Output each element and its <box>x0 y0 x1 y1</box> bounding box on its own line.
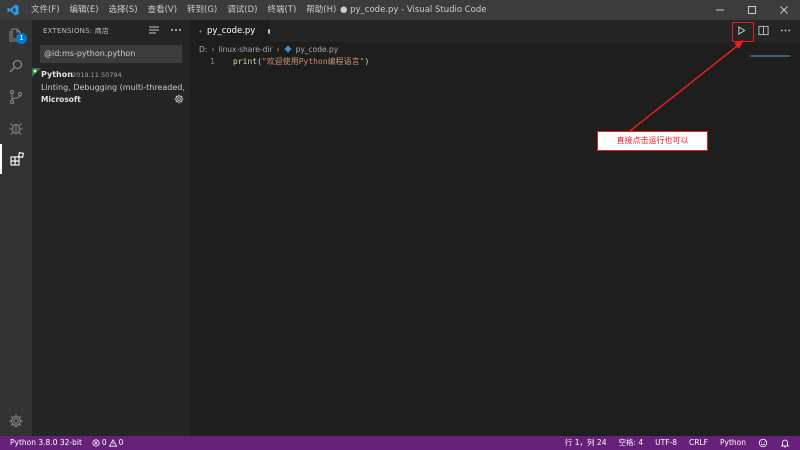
menu-help[interactable]: 帮助(H) <box>301 0 341 20</box>
unsaved-dot-icon[interactable] <box>268 28 270 34</box>
menu-debug[interactable]: 调试(D) <box>222 0 262 20</box>
extensions-button[interactable] <box>0 144 32 174</box>
python-file-icon <box>283 45 292 53</box>
editor-tab-bar: py_code.py <box>190 20 800 42</box>
extension-description: Linting, Debugging (multi-threaded, r... <box>41 83 186 92</box>
breadcrumb-folder[interactable]: linux-share-dir <box>218 45 272 54</box>
python-interpreter-status[interactable]: Python 3.8.0 32-bit <box>10 436 82 450</box>
code-close-paren: ) <box>364 57 370 66</box>
notifications-bell-icon[interactable] <box>780 438 790 448</box>
extension-item-python[interactable]: Python 2019.11.50794 Linting, Debugging … <box>32 68 190 110</box>
debug-button[interactable] <box>0 113 32 143</box>
code-function-token: print <box>233 57 258 66</box>
extensions-icon <box>10 152 24 166</box>
chevron-right-icon: › <box>276 44 280 54</box>
chevron-right-icon: › <box>211 44 215 54</box>
gear-icon <box>9 414 23 428</box>
code-line-1[interactable]: print("欢迎使用Python编程语言") <box>233 56 369 67</box>
breadcrumb: D: › linux-share-dir › py_code.py <box>199 43 338 55</box>
split-editor-button[interactable] <box>755 22 772 39</box>
feedback-smiley-icon[interactable] <box>758 438 768 448</box>
window-title: ● py_code.py - Visual Studio Code <box>340 5 487 15</box>
breadcrumb-drive[interactable]: D: <box>199 45 207 54</box>
cursor-position-status[interactable]: 行 1，列 24 <box>565 436 607 450</box>
menu-terminal[interactable]: 终端(T) <box>262 0 301 20</box>
error-icon <box>92 439 100 447</box>
python-file-icon <box>199 29 202 33</box>
language-mode-status[interactable]: Python <box>720 436 746 450</box>
vscode-logo-icon <box>0 0 26 20</box>
explorer-button[interactable]: 1 <box>0 20 32 50</box>
extension-name: Python <box>41 70 73 79</box>
explorer-badge: 1 <box>16 33 27 44</box>
minimap[interactable] <box>750 55 790 57</box>
extension-settings-gear-icon[interactable] <box>174 94 184 104</box>
menu-selection[interactable]: 选择(S) <box>104 0 143 20</box>
line-number: 1 <box>210 57 215 66</box>
sidebar-actions <box>148 24 182 36</box>
recommended-star-icon <box>32 68 41 77</box>
annotation-callout: 直接点击运行也可以 <box>597 131 708 151</box>
warning-icon <box>108 439 117 447</box>
extension-publisher: Microsoft <box>41 95 81 104</box>
run-button-highlight <box>732 22 754 42</box>
maximize-icon <box>748 6 756 14</box>
extension-search-input[interactable]: @id:ms-python.python <box>40 45 182 63</box>
filter-list-icon[interactable] <box>148 24 160 36</box>
source-control-icon <box>9 89 23 105</box>
minimize-button[interactable] <box>704 0 736 20</box>
warning-count: 0 <box>118 438 124 447</box>
error-count: 0 <box>101 438 107 447</box>
source-control-button[interactable] <box>0 82 32 112</box>
breadcrumb-file[interactable]: py_code.py <box>296 45 339 54</box>
tab-label: py_code.py <box>207 26 256 36</box>
indentation-status[interactable]: 空格: 4 <box>618 436 643 450</box>
close-button[interactable] <box>768 0 800 20</box>
menu-go[interactable]: 转到(G) <box>182 0 222 20</box>
search-button[interactable] <box>0 51 32 81</box>
search-icon <box>9 59 23 73</box>
title-bar: 文件(F) 编辑(E) 选择(S) 查看(V) 转到(G) 调试(D) 终端(T… <box>0 0 800 20</box>
code-string-token: "欢迎使用Python编程语言" <box>261 57 365 66</box>
menu-bar: 文件(F) 编辑(E) 选择(S) 查看(V) 转到(G) 调试(D) 终端(T… <box>26 0 341 20</box>
split-editor-icon <box>758 25 769 36</box>
menu-file[interactable]: 文件(F) <box>26 0 65 20</box>
menu-edit[interactable]: 编辑(E) <box>65 0 104 20</box>
more-actions-icon[interactable] <box>170 24 182 36</box>
menu-view[interactable]: 查看(V) <box>143 0 182 20</box>
code-editor[interactable]: 1 print("欢迎使用Python编程语言") <box>190 55 800 436</box>
manage-button[interactable] <box>0 406 32 436</box>
status-bar-right: 行 1，列 24 空格: 4 UTF-8 CRLF Python <box>565 436 790 450</box>
bug-icon <box>9 123 23 135</box>
status-bar-left: Python 3.8.0 32-bit 0 0 <box>10 436 123 450</box>
extensions-sidebar: EXTENSIONS: 商店 @id:ms-python.python Pyth… <box>32 20 190 436</box>
extension-version: 2019.11.50794 <box>72 71 122 79</box>
maximize-button[interactable] <box>736 0 768 20</box>
close-icon <box>780 6 788 14</box>
minimize-icon <box>716 9 724 11</box>
editor-more-actions-button[interactable] <box>777 22 794 39</box>
encoding-status[interactable]: UTF-8 <box>655 436 677 450</box>
eol-status[interactable]: CRLF <box>689 436 708 450</box>
problems-status[interactable]: 0 0 <box>92 436 124 450</box>
tab-py-code[interactable]: py_code.py <box>190 20 270 42</box>
status-bar: Python 3.8.0 32-bit 0 0 行 1，列 24 空格: 4 U… <box>0 436 800 450</box>
activity-bar: 1 <box>0 20 32 436</box>
window-controls <box>704 0 800 20</box>
ellipsis-icon <box>780 29 791 32</box>
